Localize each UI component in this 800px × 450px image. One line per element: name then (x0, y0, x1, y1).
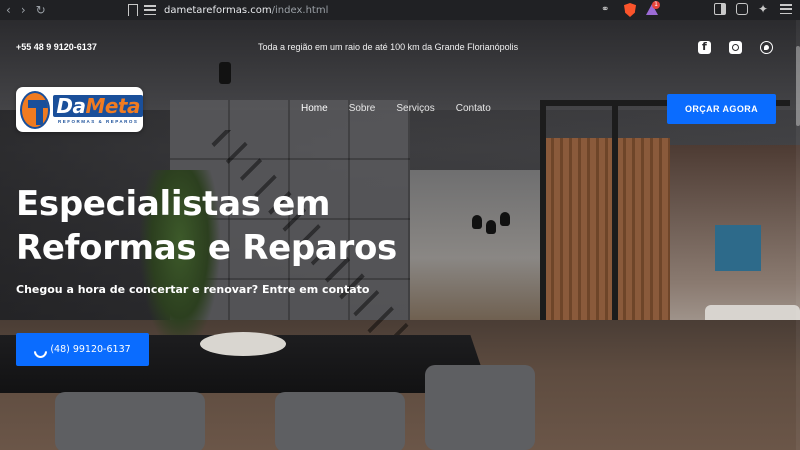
dining-chair (55, 392, 205, 450)
pendant-lamp (486, 220, 496, 234)
logo-wordmark: DaMeta (53, 95, 143, 117)
call-phone-label: (48) 99120-6137 (50, 344, 131, 355)
logo-tagline: REFORMAS & REPAROS (57, 119, 139, 124)
hero-title-line2: Reformas e Reparos (16, 228, 397, 268)
facebook-icon[interactable] (698, 40, 711, 54)
instagram-icon[interactable] (729, 41, 742, 54)
share-icon[interactable]: ⚭ (601, 4, 609, 15)
whatsapp-icon[interactable] (760, 41, 773, 54)
nav-servicos[interactable]: Serviços (396, 103, 434, 114)
sidebar-toggle-icon[interactable] (714, 3, 726, 15)
browser-toolbar: ‹ › ↻ dametareformas.com/index.html ⚭ 1 … (0, 0, 800, 20)
forward-icon[interactable]: › (21, 0, 26, 20)
social-links (698, 40, 773, 54)
pendant-lamp (500, 212, 510, 226)
nav-contato[interactable]: Contato (456, 103, 491, 114)
menu-icon[interactable] (780, 3, 792, 15)
nav-sobre[interactable]: Sobre (349, 103, 376, 114)
quote-button[interactable]: ORÇAR AGORA (667, 94, 776, 124)
notification-badge: 1 (652, 1, 660, 9)
dining-chair (275, 392, 405, 450)
service-region-text: Toda a região em um raio de até 100 km d… (258, 42, 519, 52)
reload-icon[interactable]: ↻ (36, 0, 46, 20)
hero-subtitle: Chegou a hora de concertar e renovar? En… (16, 283, 370, 296)
hero-title-line1: Especialistas em (16, 184, 331, 224)
wallet-icon[interactable] (736, 3, 748, 15)
logo-emblem (20, 90, 51, 129)
top-info-bar: +55 48 9 9120-6137 Toda a região em um r… (0, 20, 800, 78)
call-phone-button[interactable]: (48) 99120-6137 (16, 333, 149, 366)
address-bar[interactable]: dametareformas.com/index.html (132, 1, 672, 19)
topbar-phone[interactable]: +55 48 9 9120-6137 (16, 42, 97, 52)
pendant-lamp (472, 215, 482, 229)
leo-ai-icon[interactable]: ✦ (758, 3, 770, 15)
nav-home[interactable]: Home (301, 103, 328, 114)
phone-icon (34, 345, 43, 354)
dining-chair (425, 365, 535, 450)
hero-title: Especialistas em Reformas e Reparos (16, 182, 436, 270)
site-settings-icon[interactable] (144, 5, 156, 15)
browser-nav: ‹ › ↻ (0, 0, 46, 20)
main-nav: Home Sobre Serviços Contato (301, 103, 512, 114)
decor-bowl (200, 332, 286, 356)
url-text[interactable]: dametareformas.com/index.html (164, 5, 328, 16)
back-icon[interactable]: ‹ (6, 0, 11, 20)
page-scrollbar[interactable] (796, 20, 800, 450)
scrollbar-thumb[interactable] (796, 46, 800, 126)
site-logo[interactable]: DaMeta REFORMAS & REPAROS (16, 87, 143, 132)
